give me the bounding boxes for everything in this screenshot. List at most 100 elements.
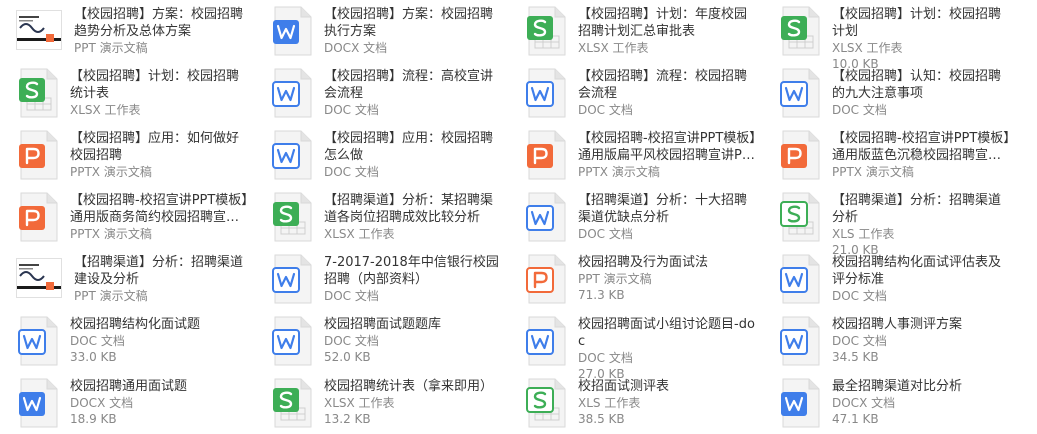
file-title[interactable]: 校园招聘面试题题库: [324, 316, 504, 333]
file-text: 【校园招聘】方案：校园招聘执行方案 DOCX 文档: [324, 2, 504, 56]
file-title[interactable]: 【招聘渠道】分析：某招聘渠道各岗位招聘成效比较分析: [324, 192, 504, 226]
doc-outline-icon: [780, 254, 820, 304]
file-type: DOCX 文档: [832, 396, 896, 410]
file-title[interactable]: 【校园招聘】计划：年度校园招聘计划汇总审批表: [578, 6, 758, 40]
file-title[interactable]: 校招面试测评表: [578, 378, 758, 395]
file-text: 校园招聘统计表（拿来即用） XLSX 工作表 13.2 KB: [324, 374, 504, 427]
file-item[interactable]: 【招聘渠道】分析：某招聘渠道各岗位招聘成效比较分析 XLSX 工作表: [254, 188, 504, 246]
doc-icon: [18, 378, 58, 428]
file-title[interactable]: 最全招聘渠道对比分析: [832, 378, 1012, 395]
file-item[interactable]: 校园招聘结构化面试题 DOC 文档 33.0 KB: [0, 312, 250, 370]
file-item[interactable]: 校园招聘结构化面试评估表及评分标准 DOC 文档: [762, 250, 1012, 308]
file-item[interactable]: 校园招聘人事测评方案 DOC 文档 34.5 KB: [762, 312, 1012, 370]
file-title[interactable]: 校园招聘面试小组讨论题目-doc: [578, 316, 758, 350]
file-title[interactable]: 【校园招聘】应用：校园招聘怎么做: [324, 130, 504, 164]
file-type: PPTX 演示文稿: [832, 165, 914, 179]
file-type: DOC 文档: [578, 103, 633, 117]
file-item[interactable]: 【校园招聘】流程：高校宣讲会流程 DOC 文档: [254, 64, 504, 122]
xls-outline-icon: [780, 192, 820, 242]
file-type: DOC 文档: [832, 103, 887, 117]
file-text: 校招面试测评表 XLS 工作表 38.5 KB: [578, 374, 758, 427]
file-type: DOCX 文档: [70, 396, 134, 410]
file-type: DOC 文档: [832, 289, 887, 303]
file-title[interactable]: 7-2017-2018年中信银行校园招聘（内部资料）: [324, 254, 504, 288]
file-item[interactable]: 【校园招聘】计划：年度校园招聘计划汇总审批表 XLSX 工作表: [508, 2, 758, 60]
file-text: 【校园招聘】流程：校园招聘会流程 DOC 文档: [578, 64, 758, 118]
file-item[interactable]: 7-2017-2018年中信银行校园招聘（内部资料） DOC 文档: [254, 250, 504, 308]
file-title[interactable]: 校园招聘人事测评方案: [832, 316, 1012, 333]
file-item[interactable]: 【校园招聘-校招宣讲PPT模板】通用版蓝色沉稳校园招聘宣讲PPT-p...PPT…: [762, 126, 1012, 184]
ppt-icon: [526, 130, 566, 180]
file-text: 【校园招聘】计划：校园招聘计划 XLSX 工作表 10.0 KB: [832, 2, 1012, 72]
file-text: 最全招聘渠道对比分析 DOCX 文档 47.1 KB: [832, 374, 1012, 427]
file-item[interactable]: 校园招聘面试小组讨论题目-doc DOC 文档 27.0 KB: [508, 312, 758, 381]
file-title[interactable]: 【招聘渠道】分析：招聘渠道建设及分析: [74, 254, 250, 288]
file-size: 52.0 KB: [324, 350, 371, 364]
file-size: 13.2 KB: [324, 412, 371, 426]
file-text: 【校园招聘-校招宣讲PPT模板】通用版扁平风校园招聘宣讲PPT-pptxPPTX…: [578, 126, 758, 180]
file-item[interactable]: 【校园招聘-校招宣讲PPT模板】通用版商务简约校园招聘宣讲PPT-p...PPT…: [0, 188, 250, 246]
file-title[interactable]: 【校园招聘】流程：高校宣讲会流程: [324, 68, 504, 102]
file-item[interactable]: 【校园招聘】应用：如何做好校园招聘 PPTX 演示文稿: [0, 126, 250, 184]
file-text: 【校园招聘】计划：年度校园招聘计划汇总审批表 XLSX 工作表: [578, 2, 758, 56]
file-type: DOC 文档: [324, 289, 379, 303]
file-item[interactable]: 【校园招聘】方案：校园招聘趋势分析及总体方案 PPT 演示文稿: [0, 2, 250, 60]
file-title[interactable]: 校园招聘结构化面试题: [70, 316, 250, 333]
file-title[interactable]: 校园招聘统计表（拿来即用）: [324, 378, 504, 395]
file-size: 18.9 KB: [70, 412, 117, 426]
file-title[interactable]: 校园招聘通用面试题: [70, 378, 250, 395]
doc-icon: [780, 378, 820, 428]
file-item[interactable]: 【校园招聘】认知：校园招聘的九大注意事项 DOC 文档: [762, 64, 1012, 122]
file-text: 校园招聘面试小组讨论题目-doc DOC 文档 27.0 KB: [578, 312, 758, 382]
ppt-outline-icon: [526, 254, 566, 304]
file-title[interactable]: 【校园招聘-校招宣讲PPT模板】通用版扁平风校园招聘宣讲PPT-pptx: [578, 130, 758, 164]
file-title[interactable]: 【校园招聘】方案：校园招聘趋势分析及总体方案: [74, 6, 250, 40]
file-size: 34.5 KB: [832, 350, 879, 364]
file-title[interactable]: 【校园招聘-校招宣讲PPT模板】通用版蓝色沉稳校园招聘宣讲PPT-p...: [832, 130, 1012, 164]
file-item[interactable]: 【校园招聘】计划：校园招聘计划 XLSX 工作表 10.0 KB: [762, 2, 1012, 71]
file-type: XLSX 工作表: [324, 227, 395, 241]
file-item[interactable]: 【校园招聘】方案：校园招聘执行方案 DOCX 文档: [254, 2, 504, 60]
file-title[interactable]: 【校园招聘】流程：校园招聘会流程: [578, 68, 758, 102]
file-title[interactable]: 【校园招聘】方案：校园招聘执行方案: [324, 6, 504, 40]
file-item[interactable]: 【校园招聘-校招宣讲PPT模板】通用版扁平风校园招聘宣讲PPT-pptxPPTX…: [508, 126, 758, 184]
presentation-thumbnail-icon: [16, 10, 62, 60]
file-item[interactable]: 校园招聘面试题题库 DOC 文档 52.0 KB: [254, 312, 504, 370]
file-item[interactable]: 【校园招聘】流程：校园招聘会流程 DOC 文档: [508, 64, 758, 122]
file-item[interactable]: 最全招聘渠道对比分析 DOCX 文档 47.1 KB: [762, 374, 1012, 432]
file-item[interactable]: 校园招聘统计表（拿来即用） XLSX 工作表 13.2 KB: [254, 374, 504, 432]
file-item[interactable]: 校招面试测评表 XLS 工作表 38.5 KB: [508, 374, 758, 432]
file-title[interactable]: 【校园招聘-校招宣讲PPT模板】通用版商务简约校园招聘宣讲PPT-p...: [70, 192, 250, 226]
file-text: 【校园招聘】计划：校园招聘统计表 XLSX 工作表: [70, 64, 250, 118]
file-title[interactable]: 【校园招聘】认知：校园招聘的九大注意事项: [832, 68, 1012, 102]
file-item[interactable]: 【校园招聘】计划：校园招聘统计表 XLSX 工作表: [0, 64, 250, 122]
file-item[interactable]: 【招聘渠道】分析：招聘渠道建设及分析 PPT 演示文稿: [0, 250, 250, 308]
xls-icon: [272, 192, 312, 242]
ppt-icon: [18, 130, 58, 180]
file-type: PPTX 演示文稿: [70, 227, 152, 241]
file-text: 【校园招聘】方案：校园招聘趋势分析及总体方案 PPT 演示文稿: [74, 2, 250, 56]
file-item[interactable]: 【招聘渠道】分析：招聘渠道分析 XLS 工作表 21.0 KB: [762, 188, 1012, 257]
file-text: 【校园招聘】流程：高校宣讲会流程 DOC 文档: [324, 64, 504, 118]
doc-outline-icon: [272, 254, 312, 304]
file-item[interactable]: 校园招聘通用面试题 DOCX 文档 18.9 KB: [0, 374, 250, 432]
file-title[interactable]: 校园招聘及行为面试法: [578, 254, 758, 271]
file-type: DOC 文档: [832, 334, 887, 348]
file-title[interactable]: 【校园招聘】计划：校园招聘计划: [832, 6, 1012, 40]
file-item[interactable]: 校园招聘及行为面试法 PPT 演示文稿 71.3 KB: [508, 250, 758, 308]
file-title[interactable]: 【招聘渠道】分析：招聘渠道分析: [832, 192, 1012, 226]
file-text: 【招聘渠道】分析：招聘渠道分析 XLS 工作表 21.0 KB: [832, 188, 1012, 258]
file-text: 【校园招聘】应用：校园招聘怎么做 DOC 文档: [324, 126, 504, 180]
ppt-icon: [18, 192, 58, 242]
file-size: 38.5 KB: [578, 412, 625, 426]
file-item[interactable]: 【招聘渠道】分析：十大招聘渠道优缺点分析 DOC 文档: [508, 188, 758, 246]
file-title[interactable]: 【校园招聘】应用：如何做好校园招聘: [70, 130, 250, 164]
file-title[interactable]: 校园招聘结构化面试评估表及评分标准: [832, 254, 1012, 288]
file-type: XLSX 工作表: [324, 396, 395, 410]
file-title[interactable]: 【招聘渠道】分析：十大招聘渠道优缺点分析: [578, 192, 758, 226]
file-item[interactable]: 【校园招聘】应用：校园招聘怎么做 DOC 文档: [254, 126, 504, 184]
xls-icon: [272, 378, 312, 428]
doc-outline-icon: [526, 68, 566, 118]
file-text: 校园招聘结构化面试题 DOC 文档 33.0 KB: [70, 312, 250, 365]
file-title[interactable]: 【校园招聘】计划：校园招聘统计表: [70, 68, 250, 102]
